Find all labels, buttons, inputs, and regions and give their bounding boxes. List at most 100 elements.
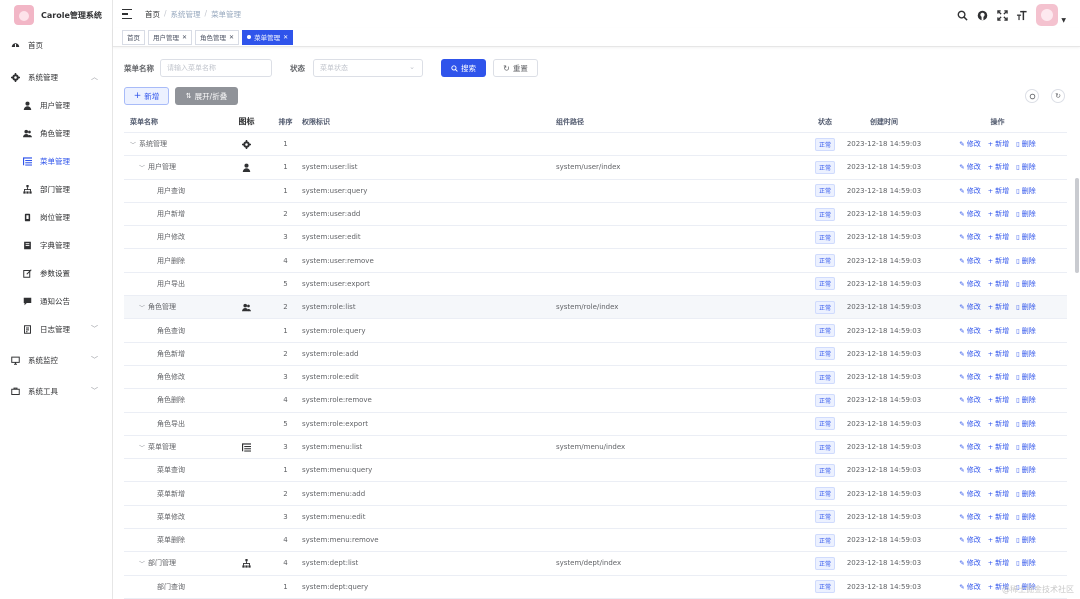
- add-link[interactable]: + 新增: [988, 232, 1009, 242]
- table-row[interactable]: 角色删除 4 system:role:remove 正常 2023-12-18 14:5…: [124, 389, 1067, 413]
- sidebar-item-2[interactable]: 用户管理: [0, 91, 112, 119]
- logo[interactable]: Carole管理系统: [0, 0, 112, 30]
- sidebar-item-10[interactable]: 日志管理 ﹀: [0, 315, 112, 343]
- edit-link[interactable]: ✎ 修改: [959, 465, 980, 475]
- delete-link[interactable]: ▯ 删除: [1016, 465, 1036, 475]
- delete-link[interactable]: ▯ 删除: [1016, 349, 1036, 359]
- expand-collapse-button[interactable]: ⇅ 展开/折叠: [175, 87, 238, 105]
- edit-link[interactable]: ✎ 修改: [959, 232, 980, 242]
- table-row[interactable]: ﹀ 菜单管理 3 system:menu:list system/menu/index 正…: [124, 436, 1067, 460]
- edit-link[interactable]: ✎ 修改: [959, 279, 980, 289]
- add-button[interactable]: + 新增: [124, 87, 169, 105]
- add-link[interactable]: + 新增: [988, 256, 1009, 266]
- sidebar-item-3[interactable]: 角色管理: [0, 119, 112, 147]
- expand-toggle-icon[interactable]: ﹀: [139, 443, 148, 452]
- sidebar-item-7[interactable]: 字典管理: [0, 231, 112, 259]
- table-row[interactable]: 菜单查询 1 system:menu:query 正常 2023-12-18 14:59…: [124, 459, 1067, 483]
- expand-toggle-icon[interactable]: ﹀: [139, 303, 148, 312]
- edit-link[interactable]: ✎ 修改: [959, 372, 980, 382]
- sidebar-item-9[interactable]: 通知公告: [0, 287, 112, 315]
- add-link[interactable]: + 新增: [988, 349, 1009, 359]
- fullscreen-icon[interactable]: [996, 9, 1008, 21]
- edit-link[interactable]: ✎ 修改: [959, 442, 980, 452]
- table-row[interactable]: 用户查询 1 system:user:query 正常 2023-12-18 14:59…: [124, 180, 1067, 203]
- table-row[interactable]: 菜单修改 3 system:menu:edit 正常 2023-12-18 14:59:…: [124, 506, 1067, 530]
- add-link[interactable]: + 新增: [988, 326, 1009, 336]
- close-icon[interactable]: ✕: [182, 34, 187, 41]
- table-row[interactable]: ﹀ 角色管理 2 system:role:list system/role/index 正…: [124, 296, 1067, 320]
- sidebar-item-4[interactable]: 菜单管理: [0, 147, 112, 175]
- delete-link[interactable]: ▯ 删除: [1016, 279, 1036, 289]
- delete-link[interactable]: ▯ 删除: [1016, 535, 1036, 545]
- add-link[interactable]: + 新增: [988, 209, 1009, 219]
- delete-link[interactable]: ▯ 删除: [1016, 419, 1036, 429]
- delete-link[interactable]: ▯ 删除: [1016, 139, 1036, 149]
- tab-1[interactable]: 用户管理 ✕: [148, 29, 193, 45]
- sidebar-item-8[interactable]: 参数设置: [0, 259, 112, 287]
- edit-link[interactable]: ✎ 修改: [959, 349, 980, 359]
- table-row[interactable]: 角色新增 2 system:role:add 正常 2023-12-18 14:59:0…: [124, 343, 1067, 366]
- delete-link[interactable]: ▯ 删除: [1016, 326, 1036, 336]
- table-row[interactable]: ﹀ 用户管理 1 system:user:list system/user/index 正…: [124, 156, 1067, 180]
- delete-link[interactable]: ▯ 删除: [1016, 395, 1036, 405]
- github-icon[interactable]: [976, 9, 988, 21]
- delete-link[interactable]: ▯ 删除: [1016, 256, 1036, 266]
- font-size-icon[interactable]: [1016, 9, 1028, 21]
- add-link[interactable]: + 新增: [988, 139, 1009, 149]
- table-row[interactable]: 部门查询 1 system:dept:query 正常 2023-12-18 14:59…: [124, 576, 1067, 599]
- breadcrumb-home[interactable]: 首页: [145, 9, 160, 20]
- close-icon[interactable]: ✕: [229, 34, 234, 41]
- table-row[interactable]: 角色修改 3 system:role:edit 正常 2023-12-18 14:59:…: [124, 366, 1067, 390]
- add-link[interactable]: + 新增: [988, 442, 1009, 452]
- delete-link[interactable]: ▯ 删除: [1016, 232, 1036, 242]
- add-link[interactable]: + 新增: [988, 186, 1009, 196]
- hamburger-icon[interactable]: [122, 9, 132, 19]
- delete-link[interactable]: ▯ 删除: [1016, 162, 1036, 172]
- edit-link[interactable]: ✎ 修改: [959, 535, 980, 545]
- delete-link[interactable]: ▯ 删除: [1016, 442, 1036, 452]
- toggle-search-button[interactable]: [1025, 89, 1039, 103]
- edit-link[interactable]: ✎ 修改: [959, 582, 980, 592]
- sidebar-item-0[interactable]: 首页: [0, 31, 112, 59]
- sidebar-item-12[interactable]: 系统工具 ﹀: [0, 377, 112, 405]
- tab-0[interactable]: 首页: [122, 29, 145, 45]
- scrollbar[interactable]: [1075, 178, 1079, 273]
- delete-link[interactable]: ▯ 删除: [1016, 372, 1036, 382]
- table-row[interactable]: 菜单新增 2 system:menu:add 正常 2023-12-18 14:59:0…: [124, 482, 1067, 506]
- add-link[interactable]: + 新增: [988, 395, 1009, 405]
- status-select[interactable]: 菜单状态 ⌄: [313, 59, 423, 77]
- delete-link[interactable]: ▯ 删除: [1016, 558, 1036, 568]
- user-avatar[interactable]: [1036, 4, 1059, 26]
- sidebar-item-5[interactable]: 部门管理: [0, 175, 112, 203]
- table-row[interactable]: 用户新增 2 system:user:add 正常 2023-12-18 14:59:0…: [124, 203, 1067, 227]
- caret-down-icon[interactable]: ▼: [1061, 17, 1066, 24]
- table-row[interactable]: 菜单删除 4 system:menu:remove 正常 2023-12-18 14:5…: [124, 529, 1067, 553]
- table-row[interactable]: 用户导出 5 system:user:export 正常 2023-12-18 14:5…: [124, 273, 1067, 297]
- edit-link[interactable]: ✎ 修改: [959, 395, 980, 405]
- refresh-button[interactable]: ↻: [1051, 89, 1065, 103]
- menu-name-input[interactable]: 请输入菜单名称: [160, 59, 272, 77]
- edit-link[interactable]: ✎ 修改: [959, 489, 980, 499]
- edit-link[interactable]: ✎ 修改: [959, 256, 980, 266]
- add-link[interactable]: + 新增: [988, 489, 1009, 499]
- delete-link[interactable]: ▯ 删除: [1016, 302, 1036, 312]
- edit-link[interactable]: ✎ 修改: [959, 162, 980, 172]
- edit-link[interactable]: ✎ 修改: [959, 419, 980, 429]
- add-link[interactable]: + 新增: [988, 372, 1009, 382]
- delete-link[interactable]: ▯ 删除: [1016, 209, 1036, 219]
- delete-link[interactable]: ▯ 删除: [1016, 489, 1036, 499]
- reset-button[interactable]: ↻ 重置: [493, 59, 538, 77]
- add-link[interactable]: + 新增: [988, 279, 1009, 289]
- edit-link[interactable]: ✎ 修改: [959, 186, 980, 196]
- table-row[interactable]: 角色查询 1 system:role:query 正常 2023-12-18 14:59…: [124, 319, 1067, 343]
- edit-link[interactable]: ✎ 修改: [959, 326, 980, 336]
- tab-3[interactable]: 菜单管理 ✕: [242, 29, 294, 45]
- edit-link[interactable]: ✎ 修改: [959, 139, 980, 149]
- sidebar-item-6[interactable]: 岗位管理: [0, 203, 112, 231]
- sidebar-item-1[interactable]: 系统管理 ︿: [0, 63, 112, 91]
- add-link[interactable]: + 新增: [988, 558, 1009, 568]
- table-row[interactable]: 用户修改 3 system:user:edit 正常 2023-12-18 14:59:…: [124, 226, 1067, 250]
- table-row[interactable]: 角色导出 5 system:role:export 正常 2023-12-18 14:5…: [124, 413, 1067, 436]
- add-link[interactable]: + 新增: [988, 512, 1009, 522]
- expand-toggle-icon[interactable]: ﹀: [130, 140, 139, 149]
